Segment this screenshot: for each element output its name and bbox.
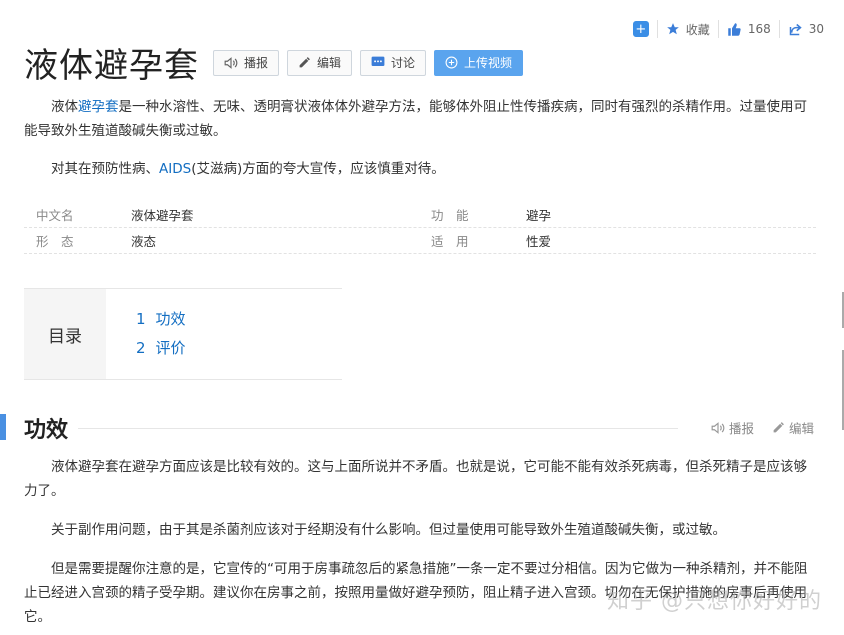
- like-button[interactable]: 168: [717, 20, 779, 38]
- toc-label: 目录: [24, 289, 106, 379]
- infobox-row: 形 态 液态 适 用 性爱: [24, 228, 816, 254]
- summary-text: (艾滋病)方面的夸大宣传，应该慎重对待。: [191, 161, 445, 177]
- summary-paragraph-2: 对其在预防性病、AIDS(艾滋病)方面的夸大宣传，应该慎重对待。: [24, 157, 816, 181]
- upload-video-button[interactable]: 上传视频: [434, 49, 524, 76]
- favorite-button[interactable]: 收藏: [656, 20, 718, 38]
- share-button[interactable]: 30: [778, 20, 832, 38]
- star-icon: [666, 23, 679, 35]
- section-edit-button[interactable]: 编辑: [772, 418, 814, 437]
- speaker-icon: [711, 421, 725, 434]
- toc-list: 1 功效 2 评价: [106, 289, 186, 379]
- discuss-label: 讨论: [391, 56, 416, 70]
- section-title: 功效: [24, 418, 69, 443]
- toc-item-efficacy[interactable]: 1 功效: [136, 305, 186, 334]
- info-key: 形 态: [36, 234, 74, 249]
- favorite-label: 收藏: [685, 22, 710, 37]
- toc-text: 功效: [155, 310, 186, 328]
- like-count: 168: [747, 22, 771, 36]
- plus-circle-icon: [445, 56, 458, 69]
- info-key: 适 用: [431, 234, 469, 249]
- page-title: 液体避孕套: [24, 46, 199, 86]
- toc-number: 2: [136, 339, 146, 357]
- thumbs-up-icon: [728, 22, 741, 36]
- add-button[interactable]: +: [625, 20, 657, 38]
- infobox-row: 中文名 液体避孕套 功 能 避孕: [24, 202, 816, 228]
- section-accent-bar: [0, 414, 6, 440]
- summary-paragraph-1: 液体避孕套是一种水溶性、无味、透明膏状液体体外避孕方法，能够体外阻止性传播疾病，…: [24, 95, 816, 143]
- watermark: 知乎 @只想你好好的: [607, 589, 822, 614]
- pencil-icon: [773, 422, 784, 433]
- toc-item-evaluation[interactable]: 2 评价: [136, 334, 186, 363]
- share-icon: [789, 23, 802, 35]
- toc-text: 评价: [155, 339, 186, 357]
- section-paragraph: 液体避孕套在避孕方面应该是比较有效的。这与上面所说并不矛盾。也就是说，它可能不能…: [24, 459, 807, 499]
- section-tools: 播报 编辑: [693, 418, 814, 437]
- toc-number: 1: [136, 310, 146, 328]
- info-value: 液体避孕套: [131, 208, 194, 223]
- info-key: 功 能: [431, 208, 469, 223]
- discuss-button[interactable]: 讨论: [360, 49, 427, 76]
- upload-label: 上传视频: [464, 56, 513, 70]
- play-button[interactable]: 播报: [213, 49, 280, 76]
- table-of-contents: 目录 1 功效 2 评价: [24, 288, 342, 380]
- link-condom[interactable]: 避孕套: [78, 99, 119, 115]
- chat-icon: [371, 56, 385, 66]
- infobox: 中文名 液体避孕套 功 能 避孕 形 态 液态 适 用 性爱: [24, 202, 816, 254]
- section-edit-label: 编辑: [788, 421, 814, 436]
- section-play-button[interactable]: 播报: [711, 418, 754, 437]
- summary-text: 是一种水溶性、无味、透明膏状液体体外避孕方法，能够体外阻止性传播疾病，同时有强烈…: [24, 99, 807, 139]
- speaker-icon: [224, 56, 238, 69]
- section-divider: [78, 428, 678, 429]
- section-play-label: 播报: [728, 421, 754, 436]
- edit-button[interactable]: 编辑: [287, 49, 353, 76]
- info-key: 中文名: [36, 208, 74, 223]
- title-row: 液体避孕套 播报 编辑 讨论 上传视频: [24, 38, 531, 87]
- info-value: 液态: [131, 234, 157, 249]
- info-value: 性爱: [526, 234, 552, 249]
- plus-icon: +: [632, 21, 649, 37]
- edit-label: 编辑: [317, 56, 342, 70]
- summary-text: 液体: [51, 99, 78, 115]
- play-label: 播报: [244, 56, 269, 70]
- info-value: 避孕: [526, 208, 552, 223]
- summary-text: 对其在预防性病、: [51, 161, 159, 177]
- link-aids[interactable]: AIDS: [159, 161, 191, 177]
- pencil-icon: [299, 57, 310, 68]
- section-paragraph: 关于副作用问题，由于其是杀菌剂应该对于经期没有什么影响。但过量使用可能导致外生殖…: [51, 522, 726, 538]
- page-actions: + 收藏 168 30: [625, 20, 832, 38]
- share-count: 30: [808, 22, 824, 36]
